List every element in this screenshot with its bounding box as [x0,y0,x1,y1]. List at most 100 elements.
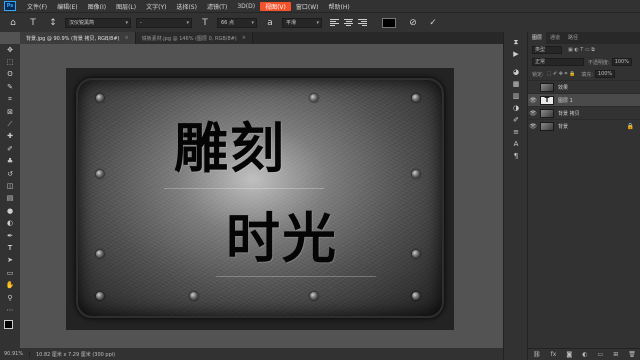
new-layer-icon[interactable]: ⊞ [613,351,618,358]
link-layers-icon[interactable]: ⛓ [533,351,541,358]
photoshop-logo-icon: Ps [4,1,16,11]
font-style-select[interactable]: - [136,17,192,28]
frame-tool-icon[interactable]: ⊠ [0,106,20,118]
blur-tool-icon[interactable]: ● [0,205,20,217]
home-icon[interactable]: ⌂ [6,16,20,30]
crop-tool-icon[interactable]: ⌗ [0,94,20,106]
layer-name: 背景 拷贝 [558,110,580,117]
menu-layer[interactable]: 图层(L) [111,2,141,11]
paragraph-icon[interactable]: ¶ [504,150,528,162]
menu-image[interactable]: 图像(I) [83,2,111,11]
path-select-tool-icon[interactable]: ➤ [0,255,20,267]
properties-icon[interactable]: ≡ [504,126,528,138]
text-layer-icon: T [540,95,554,105]
eye-icon[interactable]: 👁 [528,97,538,104]
font-size-select[interactable]: 66 点 [217,17,257,28]
marquee-tool-icon[interactable]: ⬚ [0,56,20,68]
menu-type[interactable]: 文字(Y) [141,2,171,11]
carved-text-line-2[interactable]: 时光 [226,212,338,266]
gradient-tool-icon[interactable]: ▤ [0,193,20,205]
close-icon[interactable]: × [242,35,246,41]
fx-icon[interactable]: fx [551,351,557,358]
eye-icon[interactable]: 👁 [528,123,538,130]
blend-row: 正常 不透明度: 100% [528,56,640,68]
menu-view[interactable]: 视图(V) [260,1,291,11]
layer-row-background[interactable]: 👁 背景 🔒 [528,119,640,132]
text-baseline-guide [164,188,324,189]
type-tool-icon[interactable]: T [26,16,40,30]
adjustments-icon[interactable]: ◑ [504,102,528,114]
color-wheel-icon[interactable]: ◕ [504,66,528,78]
menu-edit[interactable]: 编辑(E) [52,2,82,11]
align-left-button[interactable] [330,18,340,28]
tab-document-1[interactable]: 背景.jpg @ 90.9% (背景 拷贝, RGB/8#) × [20,32,136,44]
align-center-button[interactable] [344,18,354,28]
brush-tool-icon[interactable]: ✐ [0,143,20,155]
healing-brush-tool-icon[interactable]: ✚ [0,131,20,143]
menu-window[interactable]: 窗口(W) [291,2,324,11]
play-actions-icon[interactable]: ▶ [504,48,528,60]
swatches-icon[interactable]: ▦ [504,78,528,90]
shape-tool-icon[interactable]: ▭ [0,267,20,279]
zoom-level[interactable]: 90.91% [0,351,30,357]
more-tools-icon[interactable]: ⋯ [0,304,20,316]
brush-settings-icon[interactable]: ✐ [504,114,528,126]
font-family-select[interactable]: 汉仪锐黑简 [65,17,131,28]
history-brush-tool-icon[interactable]: ↺ [0,168,20,180]
commit-check-icon[interactable]: ✓ [426,16,440,30]
document-tabs: 背景.jpg @ 90.9% (背景 拷贝, RGB/8#) × 铁板素材.jp… [20,32,503,44]
antialias-icon: a [267,17,273,28]
delete-layer-icon[interactable]: 🗑 [628,351,636,358]
clone-stamp-tool-icon[interactable]: ♣ [0,156,20,168]
dodge-tool-icon[interactable]: ◐ [0,217,20,229]
history-icon[interactable]: ⧗ [504,36,528,48]
blend-mode-select[interactable]: 正常 [532,58,584,66]
eye-icon[interactable]: 👁 [528,110,538,117]
foreground-color-swatch[interactable] [4,320,13,329]
menu-help[interactable]: 帮助(H) [324,2,355,11]
options-bar: ⌂ T ↕ 汉仪锐黑简 - T 66 点 a 平滑 ⊘ ✓ [0,12,640,32]
tab-channels[interactable]: 通道 [546,32,564,44]
gradient-panel-icon[interactable]: ▥ [504,90,528,102]
layer-kind-select[interactable]: 类型 [532,46,562,54]
menu-select[interactable]: 选择(S) [171,2,202,11]
add-mask-icon[interactable]: ◙ [566,351,572,358]
menu-filter[interactable]: 滤镜(T) [202,2,232,11]
character-icon[interactable]: A [504,138,528,150]
zoom-tool-icon[interactable]: ⚲ [0,292,20,304]
layer-row-effect[interactable]: 效果 [528,80,640,93]
screw [412,170,420,178]
adjustment-layer-icon[interactable]: ◐ [582,351,587,358]
tab-document-2[interactable]: 铁板素材.jpg @ 146% (图层 0, RGB/8#) × [135,32,253,44]
cancel-icon[interactable]: ⊘ [406,16,420,30]
eyedropper-tool-icon[interactable]: ⟋ [0,118,20,130]
lasso-tool-icon[interactable]: ʘ [0,69,20,81]
pen-tool-icon[interactable]: ✒ [0,230,20,242]
layer-row-background-copy[interactable]: 👁 背景 拷贝 [528,106,640,119]
eraser-tool-icon[interactable]: ◫ [0,180,20,192]
antialias-select[interactable]: 平滑 [282,17,322,28]
text-orientation-icon[interactable]: ↕ [46,16,60,30]
fill-field[interactable]: 100% [594,70,615,78]
filter-icons[interactable]: ▣ ◐ T ▭ ⧉ [568,47,595,53]
color-swatches[interactable] [4,320,18,334]
document-canvas[interactable]: 雕刻 时光 [66,68,454,330]
move-tool-icon[interactable]: ✥ [0,44,20,56]
menu-3d[interactable]: 3D(D) [232,3,260,10]
lock-icons[interactable]: ⬚ ✐ ✥ ⌗ 🔒 [547,71,576,77]
quick-select-tool-icon[interactable]: ✎ [0,81,20,93]
type-tool-icon[interactable]: T [0,242,20,254]
layer-row-text[interactable]: 👁 T 图层 1 [528,93,640,106]
align-right-button[interactable] [358,18,368,28]
canvas-workspace[interactable]: 雕刻 时光 [20,44,503,348]
menu-file[interactable]: 文件(F) [22,2,52,11]
new-group-icon[interactable]: ▭ [598,351,604,358]
close-icon[interactable]: × [124,35,128,41]
lock-icon: 🔒 [626,122,634,130]
carved-text-line-1[interactable]: 雕刻 [174,122,286,176]
hand-tool-icon[interactable]: ✋ [0,279,20,291]
tab-layers[interactable]: 图层 [528,32,547,44]
tab-paths[interactable]: 路径 [564,32,582,44]
opacity-field[interactable]: 100% [611,58,632,66]
text-color-swatch[interactable] [382,17,396,28]
